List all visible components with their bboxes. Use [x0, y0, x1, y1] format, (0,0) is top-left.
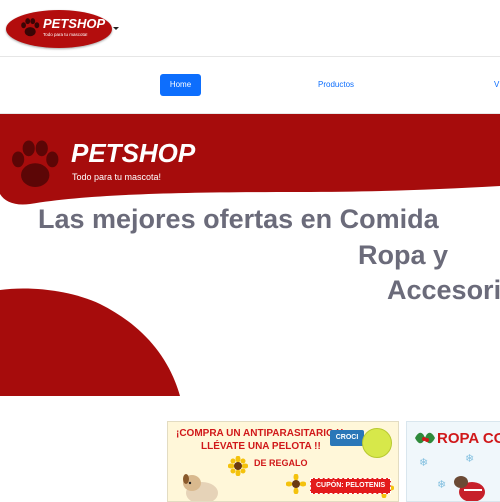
sunflower-icon — [286, 474, 306, 494]
snowflake-icon: ❄ — [465, 453, 475, 465]
promo-card-antiparasitario[interactable]: ¡COMPRA UN ANTIPARASITARIO Y LLÉVATE UNA… — [167, 421, 399, 502]
paw-icon — [21, 18, 40, 37]
nav-productos-link[interactable]: Productos — [318, 74, 354, 96]
coupon-badge: CUPÓN: PELOTENIS — [310, 478, 392, 494]
promo-card-ropa[interactable]: ROPA CO ❄ ❄ ❄ — [406, 421, 500, 502]
dog-sweater-image — [454, 476, 485, 501]
snowflake-icon: ❄ — [437, 479, 447, 491]
hero-headline-line-3: Accesori — [387, 275, 500, 305]
hero-headline-line-1: Las mejores ofertas en Comida — [38, 204, 439, 234]
croci-logo: CROCI — [330, 430, 364, 446]
sunflower-icon — [228, 456, 248, 476]
top-header: PETSHOP Todo para tu mascota! — [0, 0, 500, 57]
logo[interactable]: PETSHOP Todo para tu mascota! — [6, 10, 112, 48]
nav-bar: Home Productos V — [0, 57, 500, 114]
nav-home-button[interactable]: Home — [160, 74, 201, 96]
dropdown-caret-icon[interactable] — [113, 27, 119, 30]
promo-line-3: DE REGALO — [254, 458, 308, 468]
snowflake-icon: ❄ — [419, 457, 429, 469]
tennis-ball-image — [362, 428, 392, 458]
logo-tagline: Todo para tu mascota! — [43, 32, 88, 37]
promo-ropa-title: ROPA CO — [437, 430, 500, 447]
promo-line-1: ¡COMPRA UN ANTIPARASITARIO Y — [176, 428, 344, 439]
logo-brand: PETSHOP — [43, 16, 106, 31]
dog-image — [183, 474, 218, 501]
promo-line-2: LLÉVATE UNA PELOTA !! — [201, 441, 321, 452]
nav-third-link[interactable]: V — [494, 74, 499, 96]
holly-icon — [415, 432, 435, 444]
paw-icon — [12, 140, 59, 188]
hero-headline-line-2: Ropa y — [358, 240, 449, 270]
hero-tagline: Todo para tu mascota! — [72, 172, 162, 182]
hero-brand: PETSHOP — [71, 138, 196, 168]
